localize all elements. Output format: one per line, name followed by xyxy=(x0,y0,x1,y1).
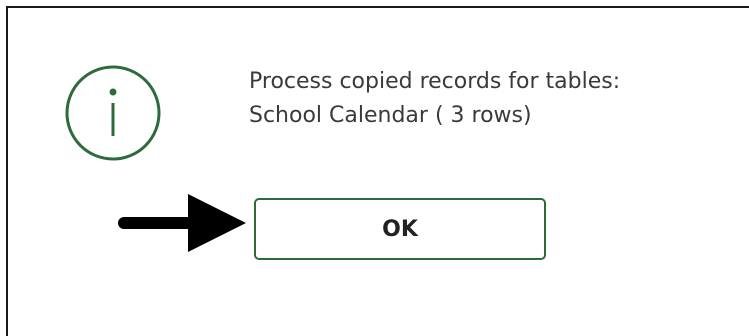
ok-button[interactable]: OK xyxy=(254,198,546,260)
message-line-2: School Calendar ( 3 rows) xyxy=(249,103,532,128)
message-line-1: Process copied records for tables: xyxy=(249,69,621,94)
dialog-message: Process copied records for tables: Schoo… xyxy=(249,65,620,133)
info-circle-icon xyxy=(65,65,161,161)
process-records-dialog: Process copied records for tables: Schoo… xyxy=(6,6,749,336)
arrow-right-icon xyxy=(118,194,246,252)
